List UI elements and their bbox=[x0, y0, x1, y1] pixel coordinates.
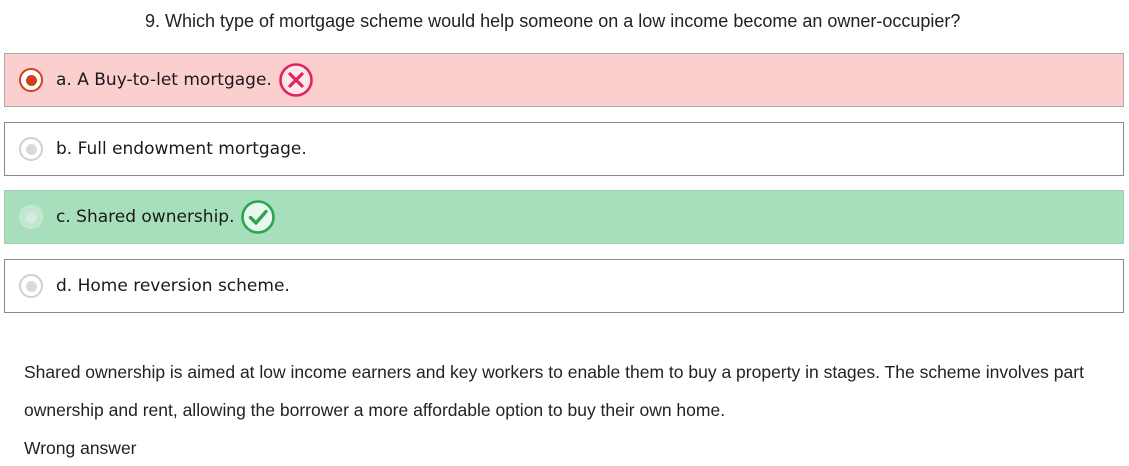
option-c-label: c. Shared ownership. bbox=[56, 207, 235, 227]
x-circle-icon bbox=[279, 63, 313, 97]
radio-option-b[interactable] bbox=[19, 137, 43, 161]
option-a-text: a. A Buy-to-let mortgage. bbox=[56, 62, 314, 98]
feedback-text: Wrong answer bbox=[24, 438, 137, 458]
option-b-label: b. Full endowment mortgage. bbox=[56, 139, 307, 159]
check-circle-icon bbox=[241, 200, 276, 234]
radio-option-a[interactable] bbox=[19, 68, 43, 92]
option-c-text: c. Shared ownership. bbox=[56, 199, 276, 235]
option-d-text: d. Home reversion scheme. bbox=[56, 276, 290, 296]
option-a-label: a. A Buy-to-let mortgage. bbox=[56, 70, 272, 90]
radio-option-d[interactable] bbox=[19, 274, 43, 298]
option-d[interactable]: d. Home reversion scheme. bbox=[4, 259, 1124, 313]
question-text: 9. Which type of mortgage scheme would h… bbox=[145, 11, 961, 31]
option-b-text: b. Full endowment mortgage. bbox=[56, 139, 307, 159]
option-d-label: d. Home reversion scheme. bbox=[56, 276, 290, 296]
option-b[interactable]: b. Full endowment mortgage. bbox=[4, 122, 1124, 176]
radio-option-c[interactable] bbox=[19, 205, 43, 229]
option-c[interactable]: c. Shared ownership. bbox=[4, 190, 1124, 244]
answer-explanation: Shared ownership is aimed at low income … bbox=[24, 362, 1084, 420]
option-a[interactable]: a. A Buy-to-let mortgage. bbox=[4, 53, 1124, 107]
